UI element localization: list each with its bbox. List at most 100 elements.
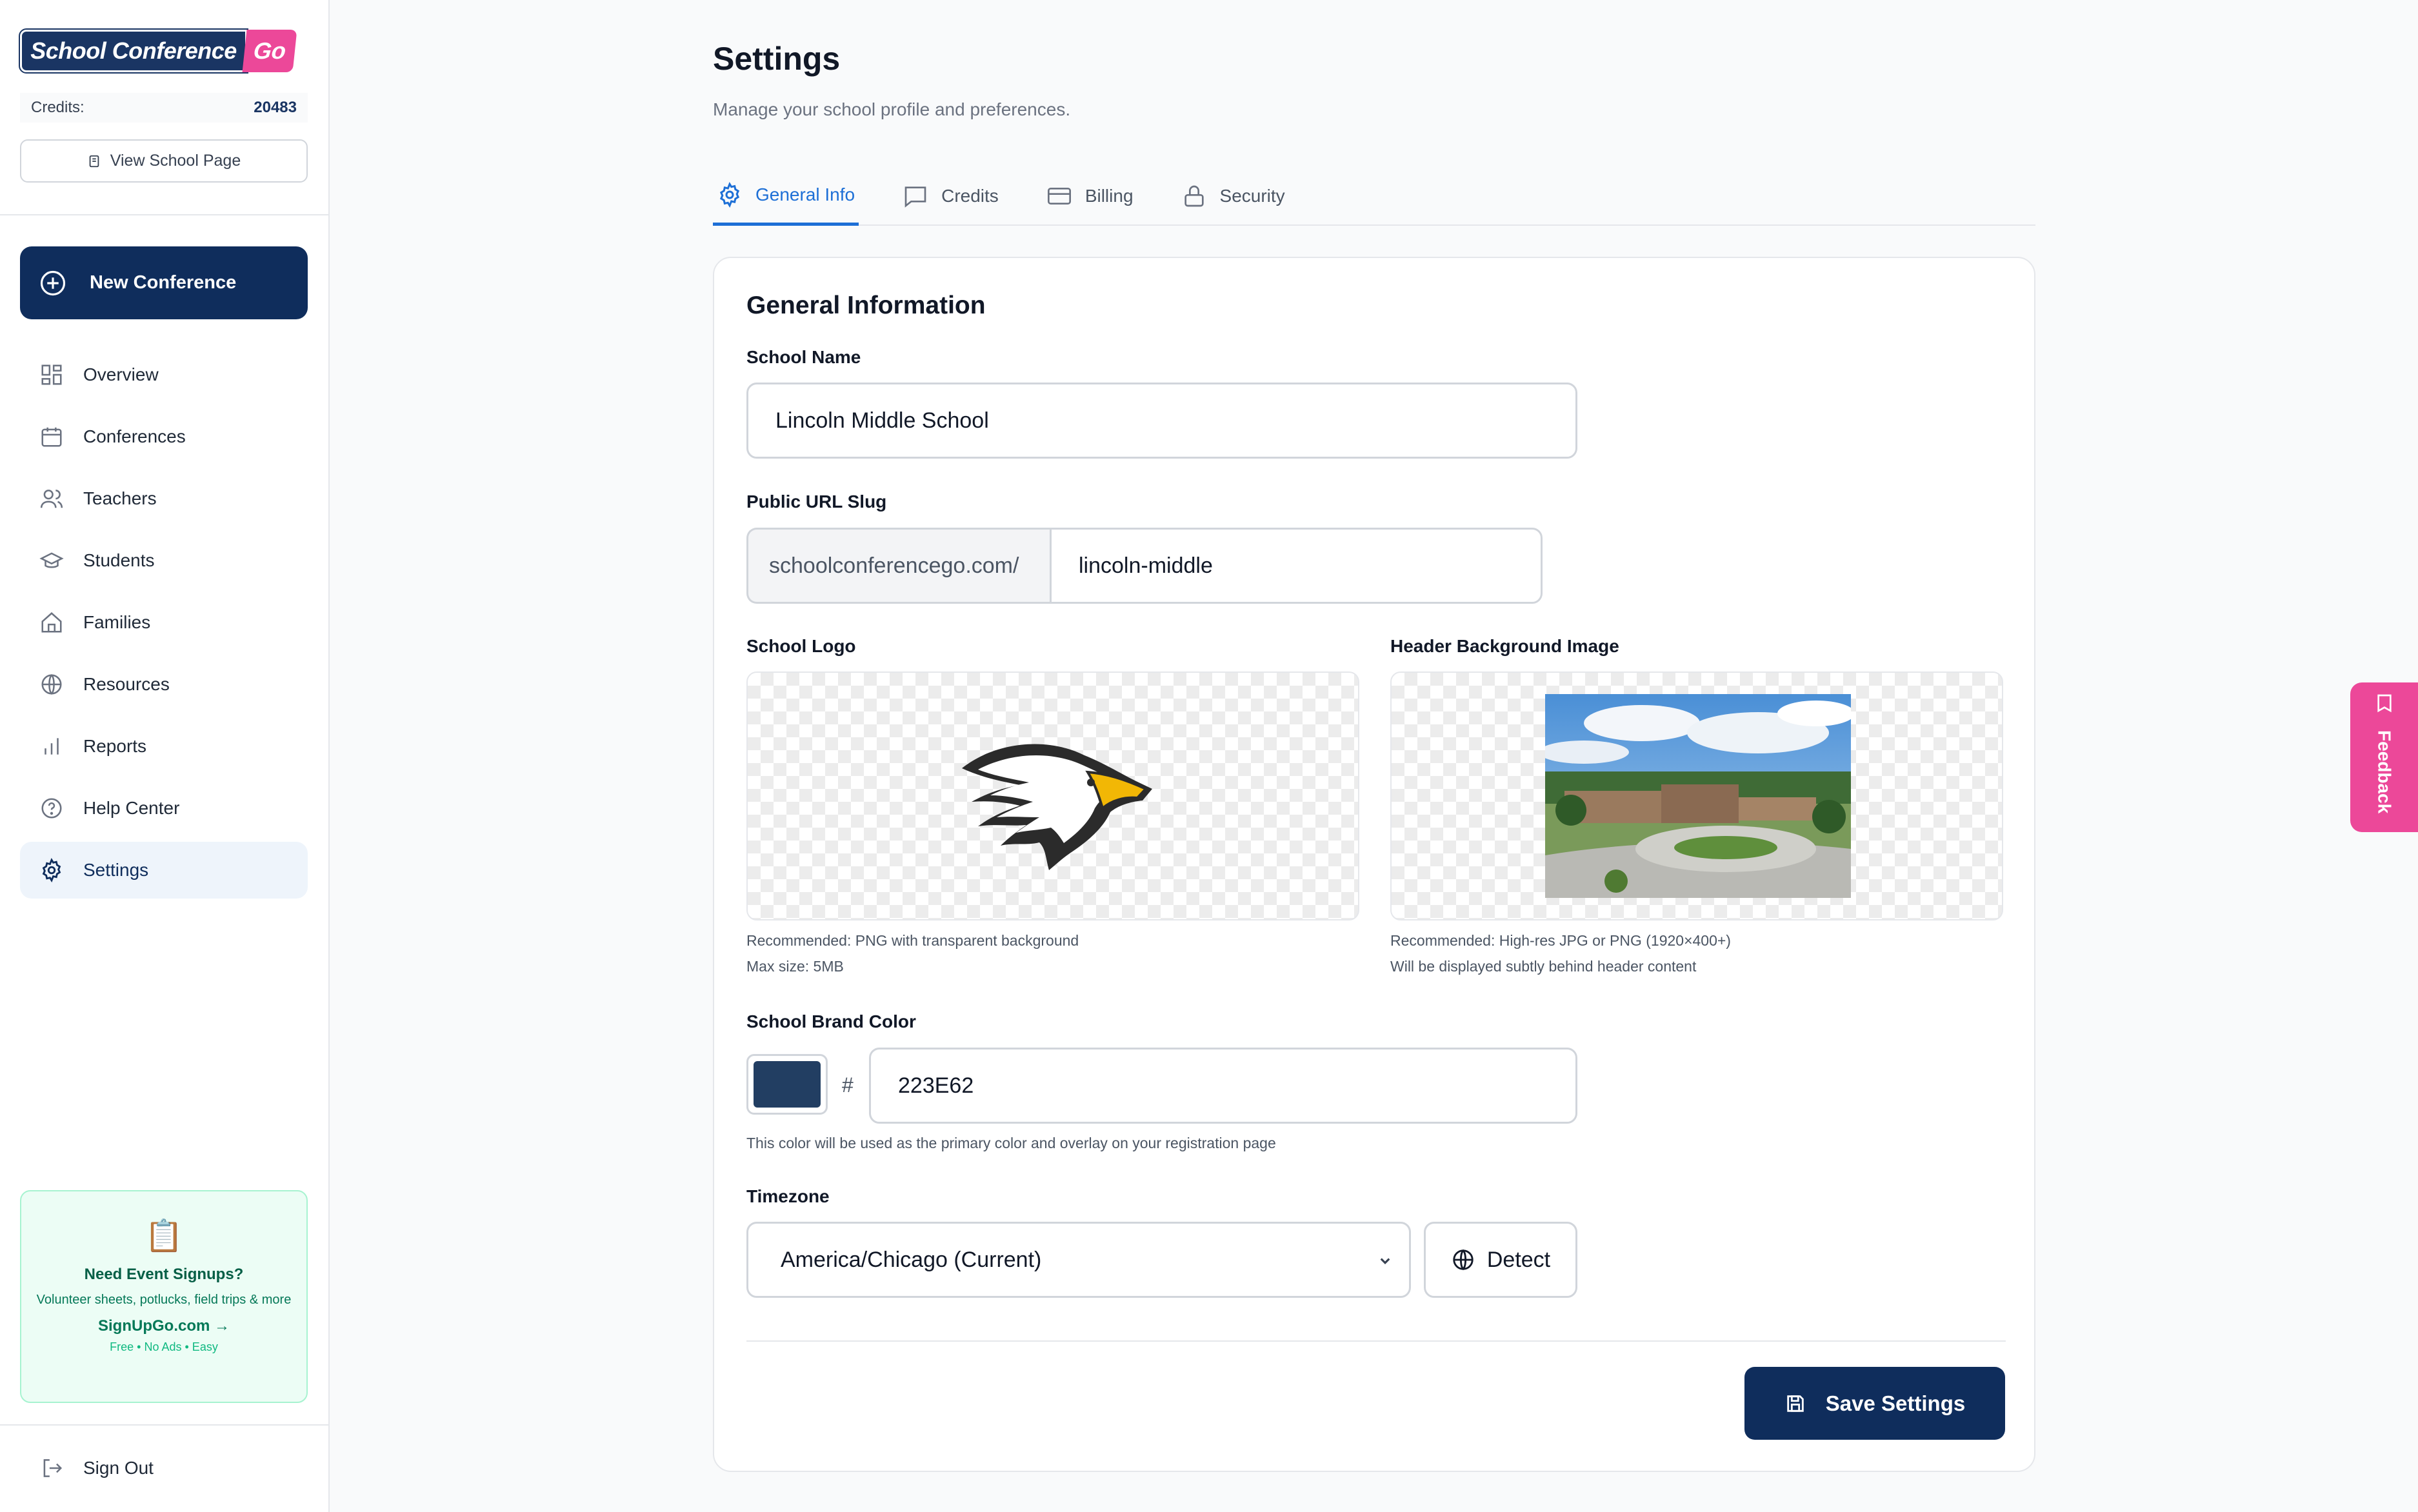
brand-color-swatch — [754, 1061, 821, 1108]
sidebar-item-label: Reports — [83, 736, 147, 756]
sidebar-item-label: Resources — [83, 674, 170, 694]
sidebar-item-label: Help Center — [83, 798, 180, 818]
school-building-photo — [1545, 694, 1851, 898]
sidebar-item-reports[interactable]: Reports — [20, 718, 308, 775]
sidebar-item-label: Settings — [83, 860, 149, 880]
brand-color-label: School Brand Color — [746, 1011, 916, 1031]
signupgo-promo[interactable]: 📋 Need Event Signups? Volunteer sheets, … — [20, 1190, 308, 1403]
sidebar: School Conference Go Credits: 20483 View… — [0, 0, 330, 1512]
page-title: Settings — [713, 41, 841, 77]
sidebar-item-help-center[interactable]: Help Center — [20, 780, 308, 837]
view-school-page-button[interactable]: View School Page — [20, 139, 308, 183]
hash-symbol: # — [842, 1073, 854, 1097]
brand-color-hint: This color will be used as the primary c… — [746, 1135, 1276, 1151]
gear-icon — [719, 181, 740, 208]
credits-label: Credits: — [31, 99, 85, 116]
home-icon — [41, 612, 62, 633]
grid-icon — [41, 364, 62, 385]
tab-label: Credits — [941, 186, 999, 206]
header-bg-upload[interactable] — [1390, 671, 2003, 920]
log-out-icon — [43, 1459, 63, 1477]
save-label: Save Settings — [1825, 1391, 1966, 1415]
slug-input[interactable]: lincoln-middle — [1050, 528, 1543, 604]
slug-prefix: schoolconferencego.com/ — [746, 528, 1050, 604]
sign-out-button[interactable]: Sign Out — [20, 1440, 308, 1497]
tab-billing[interactable]: Billing — [1043, 166, 1137, 226]
plus-circle-icon — [40, 270, 66, 295]
school-name-label: School Name — [746, 347, 861, 367]
promo-title: Need Event Signups? — [84, 1266, 244, 1283]
sidebar-nav: Overview Conferences Teachers Students F… — [20, 346, 308, 904]
sidebar-item-teachers[interactable]: Teachers — [20, 470, 308, 527]
save-settings-button[interactable]: Save Settings — [1744, 1367, 2005, 1440]
sign-out-label: Sign Out — [83, 1458, 154, 1478]
brand-color-input[interactable]: 223E62 — [869, 1048, 1577, 1124]
help-circle-icon — [41, 798, 62, 819]
tab-security[interactable]: Security — [1177, 166, 1289, 226]
globe-icon — [1453, 1249, 1474, 1271]
chevron-down-icon — [1380, 1258, 1390, 1264]
settings-tabs: General Info Credits Billing Security — [713, 166, 2035, 226]
credit-card-icon — [1047, 188, 1071, 204]
tab-label: General Info — [755, 184, 855, 204]
credits-value: 20483 — [254, 99, 297, 116]
lock-icon — [1184, 185, 1204, 207]
section-title: General Information — [746, 292, 986, 319]
sidebar-item-conferences[interactable]: Conferences — [20, 408, 308, 465]
school-logo-upload[interactable] — [746, 671, 1359, 920]
gear-icon — [42, 858, 61, 882]
message-square-icon — [904, 186, 926, 208]
graduation-cap-icon — [39, 552, 64, 568]
detect-label: Detect — [1486, 1247, 1551, 1272]
timezone-select[interactable]: America/Chicago (Current) — [746, 1222, 1411, 1298]
feedback-label: Feedback — [2374, 730, 2395, 814]
feedback-tab[interactable]: Feedback — [2350, 682, 2418, 832]
clipboard-icon: 📋 — [145, 1219, 183, 1253]
feedback-icon — [2377, 694, 2392, 713]
detect-timezone-button[interactable]: Detect — [1424, 1222, 1577, 1298]
credits-summary: Credits: 20483 — [20, 93, 308, 123]
card-divider — [746, 1340, 2006, 1342]
timezone-label: Timezone — [746, 1186, 830, 1206]
app-logo[interactable]: School Conference Go — [19, 28, 297, 74]
promo-link[interactable]: SignUpGo.com → — [21, 1317, 306, 1335]
sidebar-divider — [0, 214, 330, 215]
sidebar-item-label: Conferences — [83, 426, 186, 446]
new-conference-button[interactable]: New Conference — [20, 246, 308, 319]
slug-label: Public URL Slug — [746, 492, 887, 512]
users-icon — [40, 490, 63, 508]
general-info-card: General Information School Name Lincoln … — [713, 257, 2035, 1472]
sidebar-item-label: Overview — [83, 364, 159, 384]
sidebar-item-students[interactable]: Students — [20, 532, 308, 589]
sidebar-item-label: Students — [83, 550, 155, 570]
document-icon — [89, 155, 99, 167]
timezone-value: America/Chicago (Current) — [781, 1247, 1042, 1272]
header-bg-label: Header Background Image — [1390, 636, 1619, 656]
logo-hint-2: Max size: 5MB — [746, 958, 844, 975]
view-school-page-label: View School Page — [110, 152, 241, 170]
sidebar-item-resources[interactable]: Resources — [20, 656, 308, 713]
new-conference-label: New Conference — [90, 272, 237, 293]
logo-go-badge: Go — [242, 30, 297, 72]
school-name-input[interactable]: Lincoln Middle School — [746, 383, 1577, 459]
save-icon — [1787, 1395, 1804, 1412]
tab-credits[interactable]: Credits — [899, 166, 1003, 226]
sidebar-item-settings[interactable]: Settings — [20, 842, 308, 899]
tab-label: Security — [1219, 186, 1285, 206]
sidebar-item-label: Families — [83, 612, 151, 632]
sidebar-item-label: Teachers — [83, 488, 157, 508]
sidebar-item-overview[interactable]: Overview — [20, 346, 308, 403]
logo-text: School Conference — [19, 28, 248, 74]
sidebar-item-families[interactable]: Families — [20, 594, 308, 651]
promo-footer: Free • No Ads • Easy — [110, 1340, 218, 1353]
logo-hint-1: Recommended: PNG with transparent backgr… — [746, 932, 1079, 949]
tab-general-info[interactable]: General Info — [713, 166, 859, 226]
header-hint-1: Recommended: High-res JPG or PNG (1920×4… — [1390, 932, 1731, 949]
brand-color-picker[interactable] — [746, 1054, 828, 1115]
eagle-logo-image — [962, 744, 1152, 870]
promo-description: Volunteer sheets, potlucks, field trips … — [36, 1293, 292, 1307]
header-hint-2: Will be displayed subtly behind header c… — [1390, 958, 1697, 975]
bar-chart-icon — [45, 738, 59, 755]
tab-label: Billing — [1084, 186, 1134, 206]
calendar-icon — [41, 427, 62, 447]
